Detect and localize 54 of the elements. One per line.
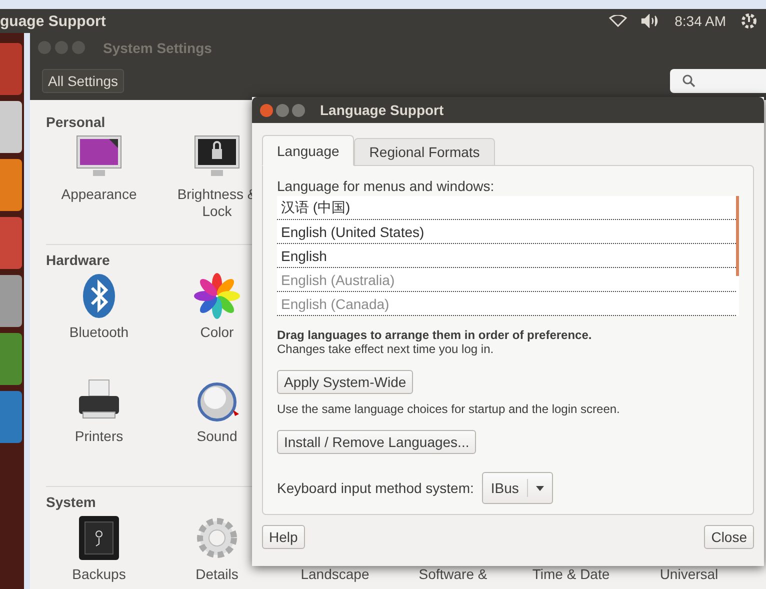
minimize-icon[interactable] xyxy=(276,104,289,116)
apply-note: Use the same language choices for startup and the login screen. xyxy=(277,402,621,416)
settings-item-label[interactable]: Details xyxy=(196,566,238,583)
settings-item-label[interactable]: Time & Date xyxy=(532,566,610,583)
settings-item-label[interactable]: Bluetooth xyxy=(69,324,129,341)
install-remove-button[interactable]: Install / Remove Languages... xyxy=(277,430,476,454)
settings-item-label[interactable]: Landscape xyxy=(300,566,370,583)
wifi-icon[interactable] xyxy=(608,15,627,27)
login-hint: Changes take effect next time you log in. xyxy=(277,342,495,356)
language-row[interactable]: 汉语 (中国) xyxy=(277,196,736,220)
settings-item-label[interactable]: Appearance xyxy=(61,186,137,203)
tab[interactable]: Regional Formats xyxy=(354,138,495,166)
list-label: Language for menus and windows: xyxy=(277,178,496,194)
launcher-app-icon[interactable] xyxy=(0,101,22,153)
window-title: System Settings xyxy=(103,40,212,56)
language-row[interactable]: English xyxy=(277,244,736,268)
language-row[interactable]: English (United States) xyxy=(277,220,736,244)
power-gear-icon[interactable] xyxy=(740,12,758,30)
settings-item-label[interactable]: Software & xyxy=(418,566,488,583)
settings-item-label[interactable]: Universal xyxy=(660,566,718,583)
close-button[interactable]: Close xyxy=(704,525,754,549)
all-settings-button[interactable]: All Settings xyxy=(42,69,124,93)
launcher-app-icon[interactable] xyxy=(0,275,22,327)
section-heading: Hardware xyxy=(46,252,110,268)
tab[interactable]: Language xyxy=(262,135,354,166)
close-icon[interactable] xyxy=(260,104,273,116)
apply-system-wide-button[interactable]: Apply System-Wide xyxy=(277,370,414,394)
maximize-icon[interactable] xyxy=(292,104,305,116)
close-icon[interactable] xyxy=(38,41,51,54)
launcher-app-icon[interactable] xyxy=(0,391,22,443)
launcher-app-icon[interactable] xyxy=(0,43,22,95)
search-field[interactable] xyxy=(670,69,766,93)
minimize-icon[interactable] xyxy=(55,41,68,54)
launcher-app-icon[interactable] xyxy=(0,217,22,269)
settings-item-label[interactable]: Sound xyxy=(196,428,238,445)
section-heading: Personal xyxy=(46,114,106,130)
settings-item-label[interactable]: Backups xyxy=(72,566,126,583)
search-icon xyxy=(682,74,696,88)
scrollbar[interactable] xyxy=(736,196,739,276)
flower-icon xyxy=(193,272,241,320)
input-method-label: Keyboard input method system: xyxy=(277,480,474,496)
launcher-app-icon[interactable] xyxy=(0,333,22,385)
help-button[interactable]: Help xyxy=(262,525,305,549)
caret-icon xyxy=(536,486,544,490)
section-heading: System xyxy=(46,494,96,510)
dialog-title: Language Support xyxy=(320,102,444,118)
maximize-icon[interactable] xyxy=(72,41,85,54)
clock[interactable]: 8:34 AM xyxy=(674,13,726,29)
settings-item-label[interactable]: Printers xyxy=(74,428,124,445)
settings-item-label[interactable]: Color xyxy=(200,324,234,341)
drag-hint: Drag languages to arrange them in order of preference. xyxy=(277,328,593,342)
active-window-title: guage Support xyxy=(0,12,107,30)
input-method-dropdown[interactable]: IBus xyxy=(482,472,553,504)
launcher-app-icon[interactable] xyxy=(0,159,22,211)
